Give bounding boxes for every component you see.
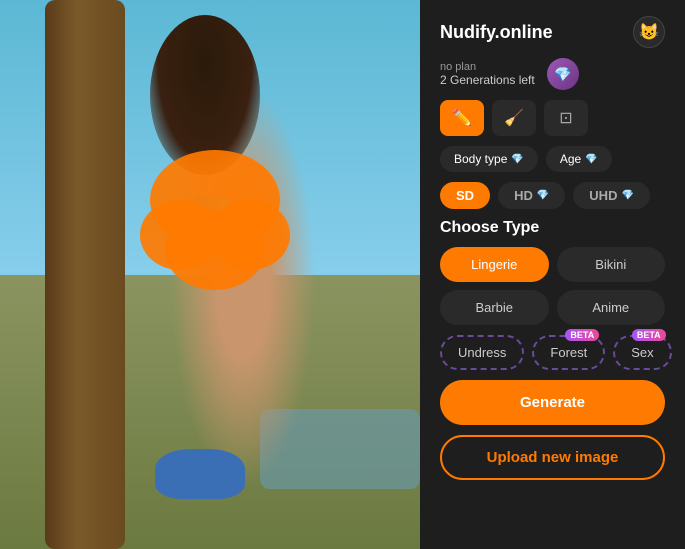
right-panel: Nudify.online 😺 no plan 2 Generations le… [420,0,685,549]
quality-uhd-button[interactable]: UHD 💎 [573,182,650,209]
tool-row: ✏️ 🧹 ⊡ [440,100,665,136]
avatar-icon[interactable]: 😺 [633,16,665,48]
type-sex-button[interactable]: BETA Sex [613,335,671,370]
type-anime-button[interactable]: Anime [557,290,666,325]
sex-beta-badge: BETA [632,329,666,341]
crop-tool-button[interactable]: ⊡ [544,100,588,136]
header: Nudify.online 😺 [440,16,665,48]
app-title: Nudify.online [440,22,553,43]
quality-sd-button[interactable]: SD [440,182,490,209]
type-forest-button[interactable]: BETA Forest [532,335,605,370]
generations-left: 2 Generations left [440,73,535,87]
type-undress-button[interactable]: Undress [440,335,524,370]
body-type-button[interactable]: Body type 💎 [440,146,538,172]
age-button[interactable]: Age 💎 [546,146,612,172]
type-barbie-button[interactable]: Barbie [440,290,549,325]
eraser-tool-button[interactable]: 🧹 [492,100,536,136]
plan-label: no plan [440,61,535,73]
type-lingerie-button[interactable]: Lingerie [440,247,549,282]
paint-overlay [130,140,300,300]
body-type-diamond-icon: 💎 [511,154,523,165]
age-diamond-icon: 💎 [585,154,597,165]
brush-tool-button[interactable]: ✏️ [440,100,484,136]
type-bikini-button[interactable]: Bikini [557,247,666,282]
quality-hd-button[interactable]: HD 💎 [498,182,565,209]
forest-beta-badge: BETA [565,329,599,341]
upload-button[interactable]: Upload new image [440,435,665,480]
generate-button[interactable]: Generate [440,380,665,425]
diamond-icon[interactable]: 💎 [547,58,579,90]
quality-row: SD HD 💎 UHD 💎 [440,182,665,209]
plan-info: no plan 2 Generations left 💎 [440,58,665,90]
type-grid: Lingerie Bikini Barbie Anime [440,247,665,325]
beta-row: Undress BETA Forest BETA Sex [440,335,665,370]
choose-type-title: Choose Type [440,219,665,237]
image-panel [0,0,420,549]
option-row: Body type 💎 Age 💎 [440,146,665,172]
